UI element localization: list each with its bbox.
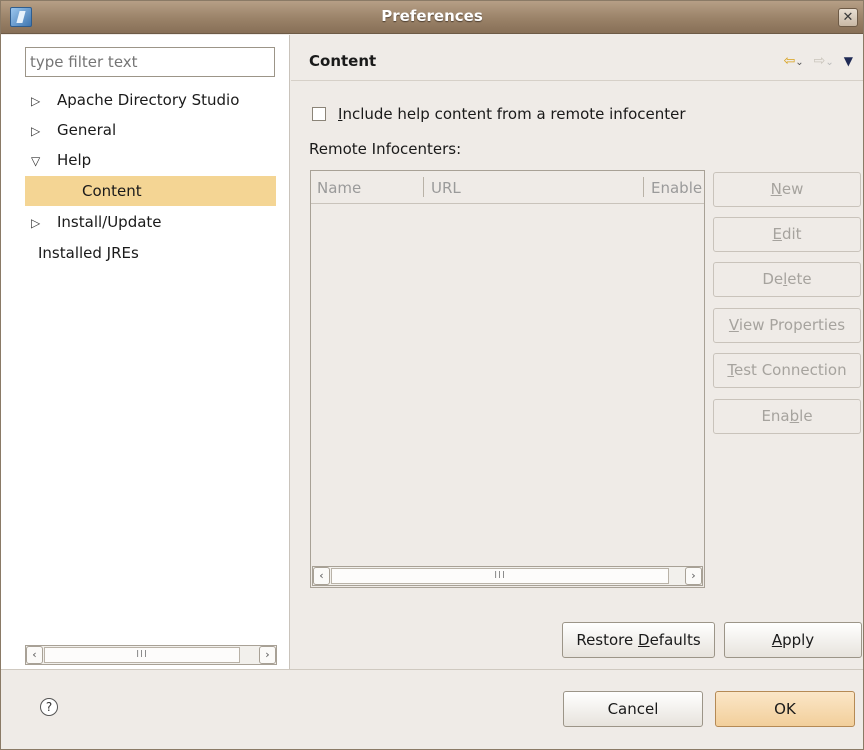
infocenters-table[interactable]: Name URL Enable ‹ III › xyxy=(310,170,705,588)
collapse-arrow-icon[interactable]: ▽ xyxy=(25,146,57,176)
tree-item-label: Apache Directory Studio xyxy=(57,91,240,109)
include-remote-label: Include help content from a remote infoc… xyxy=(338,105,686,123)
title-bar[interactable]: Preferences ✕ xyxy=(1,1,863,34)
scroll-right-icon[interactable]: › xyxy=(685,567,702,585)
apply-button[interactable]: Apply xyxy=(724,622,862,658)
scroll-left-icon[interactable]: ‹ xyxy=(313,567,330,585)
back-dropdown-icon: ⌄ xyxy=(795,57,804,68)
tree-item-label: Help xyxy=(57,151,92,169)
back-button[interactable]: ⇦⌄ xyxy=(784,53,804,69)
ok-button[interactable]: OK xyxy=(715,691,855,727)
remote-infocenters-label: Remote Infocenters: xyxy=(309,140,462,158)
tree-item-install-update[interactable]: ▷ Install/Update xyxy=(25,207,276,237)
tree-item-apache-directory-studio[interactable]: ▷ Apache Directory Studio xyxy=(25,85,276,115)
enable-button[interactable]: Enable xyxy=(713,399,861,434)
column-separator[interactable] xyxy=(423,177,424,197)
column-separator[interactable] xyxy=(643,177,644,197)
expand-arrow-icon[interactable]: ▷ xyxy=(25,86,57,116)
tree-item-label: Installed JREs xyxy=(38,244,139,262)
tree-item-label: Content xyxy=(82,182,142,200)
forward-arrow-icon: ⇨ xyxy=(813,53,826,69)
preferences-window: Preferences ✕ ▷Apache Directory Studio ▷… xyxy=(0,0,864,750)
page-nav-toolbar: ⇦⌄ ⇨⌄ ▼ xyxy=(784,53,853,69)
tree-item-label: Install/Update xyxy=(57,213,162,231)
preferences-nav-pane: ▷Apache Directory Studio ▷General ▽Help … xyxy=(1,35,290,669)
footer-divider xyxy=(1,669,863,670)
filter-input[interactable] xyxy=(25,47,275,77)
include-remote-checkbox[interactable] xyxy=(312,107,326,121)
table-horizontal-scrollbar[interactable]: ‹ III › xyxy=(312,566,703,586)
new-button[interactable]: New xyxy=(713,172,861,207)
tree-item-content[interactable]: Content xyxy=(25,176,276,206)
window-title: Preferences xyxy=(381,7,483,25)
tree-item-installed-jres[interactable]: Installed JREs xyxy=(25,238,276,268)
page-header: Content ⇦⌄ ⇨⌄ ▼ xyxy=(291,35,863,81)
restore-defaults-button[interactable]: Restore Defaults xyxy=(562,622,715,658)
column-header-name[interactable]: Name xyxy=(317,179,361,197)
help-icon[interactable]: ? xyxy=(40,698,58,716)
cancel-button[interactable]: Cancel xyxy=(563,691,703,727)
content-pane: Content ⇦⌄ ⇨⌄ ▼ Include help content fro… xyxy=(291,35,863,669)
tree-item-general[interactable]: ▷ General xyxy=(25,115,276,145)
nav-horizontal-scrollbar[interactable]: ‹ III › xyxy=(25,645,277,665)
view-properties-button[interactable]: View Properties xyxy=(713,308,861,343)
scroll-thumb[interactable]: III xyxy=(44,647,240,663)
remote-infocenter-checkbox-row[interactable]: Include help content from a remote infoc… xyxy=(312,105,686,123)
tree-item-label: General xyxy=(57,121,117,139)
column-header-enable[interactable]: Enable xyxy=(651,179,704,197)
page-title: Content xyxy=(309,52,377,70)
scroll-left-icon[interactable]: ‹ xyxy=(26,646,43,664)
tree-item-help[interactable]: ▽ Help xyxy=(25,145,276,175)
view-menu-icon[interactable]: ▼ xyxy=(844,54,853,68)
delete-button[interactable]: Delete xyxy=(713,262,861,297)
back-arrow-icon: ⇦ xyxy=(783,53,796,69)
column-header-url[interactable]: URL xyxy=(431,179,461,197)
scroll-right-icon[interactable]: › xyxy=(259,646,276,664)
expand-arrow-icon[interactable]: ▷ xyxy=(25,208,57,238)
forward-button[interactable]: ⇨⌄ xyxy=(814,53,834,69)
expand-arrow-icon[interactable]: ▷ xyxy=(25,116,57,146)
scroll-thumb[interactable]: III xyxy=(331,568,669,584)
edit-button[interactable]: Edit xyxy=(713,217,861,252)
test-connection-button[interactable]: Test Connection xyxy=(713,353,861,388)
forward-dropdown-icon: ⌄ xyxy=(825,57,834,68)
close-window-button[interactable]: ✕ xyxy=(838,8,858,27)
table-header: Name URL Enable xyxy=(311,171,704,204)
